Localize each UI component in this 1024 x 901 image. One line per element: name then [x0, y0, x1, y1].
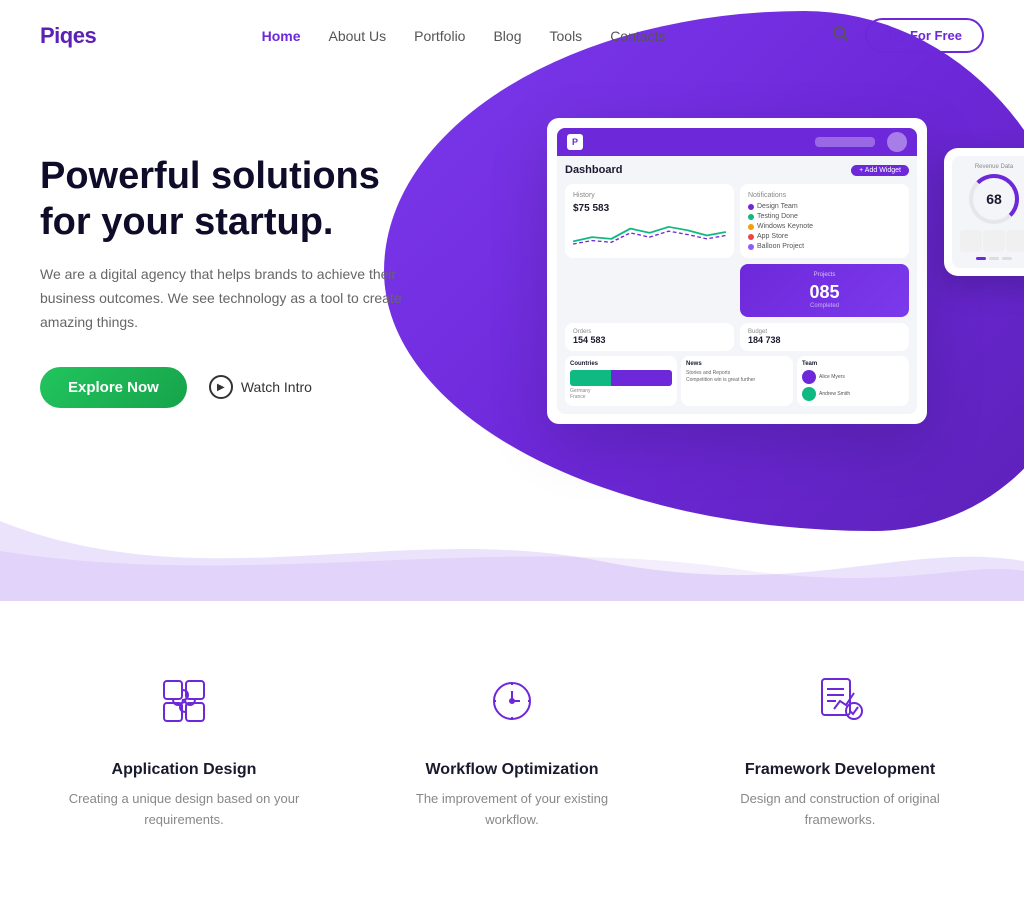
- watch-intro-button[interactable]: ▶ Watch Intro: [209, 375, 312, 399]
- navbar: Piqes Home About Us Portfolio Blog Tools…: [0, 0, 1024, 71]
- mockup-logo: P: [567, 134, 583, 150]
- history-label: History: [573, 192, 726, 199]
- dash-header: Dashboard + Add Widget: [565, 164, 909, 176]
- feature-workflow: Workflow Optimization The improvement of…: [368, 641, 656, 851]
- dashboard-mockup: P Dashboard + Add Widget History $75 583: [547, 118, 927, 424]
- notifications-card: Notifications Design Team Testing Done W…: [740, 184, 909, 258]
- framework-icon-wrap: [800, 661, 880, 741]
- workflow-desc: The improvement of your existing workflo…: [388, 789, 636, 831]
- nav-portfolio[interactable]: Portfolio: [414, 28, 465, 44]
- app-design-desc: Creating a unique design based on your r…: [60, 789, 308, 831]
- explore-now-button[interactable]: Explore Now: [40, 367, 187, 408]
- countries-card: Countries Germany France: [565, 356, 677, 406]
- stats-row: Orders 154 583 Budget 184 738: [565, 323, 909, 351]
- workflow-icon-wrap: [472, 661, 552, 741]
- phone-mockup: Revenue Data 68: [944, 148, 1024, 276]
- dash-add-btn[interactable]: + Add Widget: [851, 165, 909, 176]
- app-design-title: Application Design: [60, 761, 308, 779]
- phone-icon-2: [983, 230, 1005, 252]
- features-grid: Application Design Creating a unique des…: [40, 641, 984, 851]
- play-icon: ▶: [209, 375, 233, 399]
- app-design-icon-wrap: [144, 661, 224, 741]
- news-card: News Stories and Reports Competition win…: [681, 356, 793, 406]
- mockup-body: Dashboard + Add Widget History $75 583: [557, 156, 917, 414]
- projects-num: 085: [809, 282, 839, 303]
- history-value: $75 583: [573, 203, 726, 214]
- stat-orders: Orders 154 583: [565, 323, 734, 351]
- workflow-title: Workflow Optimization: [388, 761, 636, 779]
- hero-left: Powerful solutions for your startup. We …: [40, 154, 460, 408]
- nav-home[interactable]: Home: [262, 28, 301, 44]
- dash-title: Dashboard: [565, 164, 622, 176]
- clock-icon: [482, 671, 542, 731]
- hero-title: Powerful solutions for your startup.: [40, 154, 440, 245]
- hero-section: Powerful solutions for your startup. We …: [0, 71, 1024, 531]
- mockup-topbar: P: [557, 128, 917, 156]
- features-section: Application Design Creating a unique des…: [0, 601, 1024, 901]
- stat-budget: Budget 184 738: [740, 323, 909, 351]
- gauge-value: 68: [969, 174, 1019, 224]
- feature-framework: Framework Development Design and constru…: [696, 641, 984, 851]
- chart-doc-icon: [810, 671, 870, 731]
- phone-gauge: 68: [960, 174, 1024, 224]
- puzzle-icon: [154, 671, 214, 731]
- framework-desc: Design and construction of original fram…: [716, 789, 964, 831]
- dash-grid: History $75 583 Notifications: [565, 184, 909, 317]
- hero-actions: Explore Now ▶ Watch Intro: [40, 367, 440, 408]
- nav-contacts[interactable]: Contacts: [610, 28, 665, 44]
- watch-intro-label: Watch Intro: [241, 379, 312, 395]
- brand-logo[interactable]: Piqes: [40, 23, 96, 49]
- projects-card: Projects 085 Completed: [740, 264, 909, 317]
- nav-about[interactable]: About Us: [329, 28, 387, 44]
- team-card: Team Alice Myers Andrew Smith: [797, 356, 909, 406]
- phone-icons: [960, 230, 1024, 252]
- phone-icon-1: [960, 230, 982, 252]
- wave-divider: [0, 521, 1024, 601]
- nav-blog[interactable]: Blog: [493, 28, 521, 44]
- search-button[interactable]: [831, 24, 849, 47]
- phone-screen: Revenue Data 68: [952, 156, 1024, 268]
- mini-chart: [573, 220, 726, 250]
- try-free-button[interactable]: Try For Free: [865, 18, 984, 53]
- framework-title: Framework Development: [716, 761, 964, 779]
- notif-label: Notifications: [748, 192, 901, 199]
- hero-subtitle: We are a digital agency that helps brand…: [40, 263, 420, 334]
- phone-icon-3: [1006, 230, 1024, 252]
- nav-right: Try For Free: [831, 18, 984, 53]
- nav-tools[interactable]: Tools: [550, 28, 583, 44]
- feature-app-design: Application Design Creating a unique des…: [40, 641, 328, 851]
- hero-right: P Dashboard + Add Widget History $75 583: [490, 118, 984, 424]
- nav-links: Home About Us Portfolio Blog Tools Conta…: [262, 28, 666, 44]
- history-card: History $75 583: [565, 184, 734, 258]
